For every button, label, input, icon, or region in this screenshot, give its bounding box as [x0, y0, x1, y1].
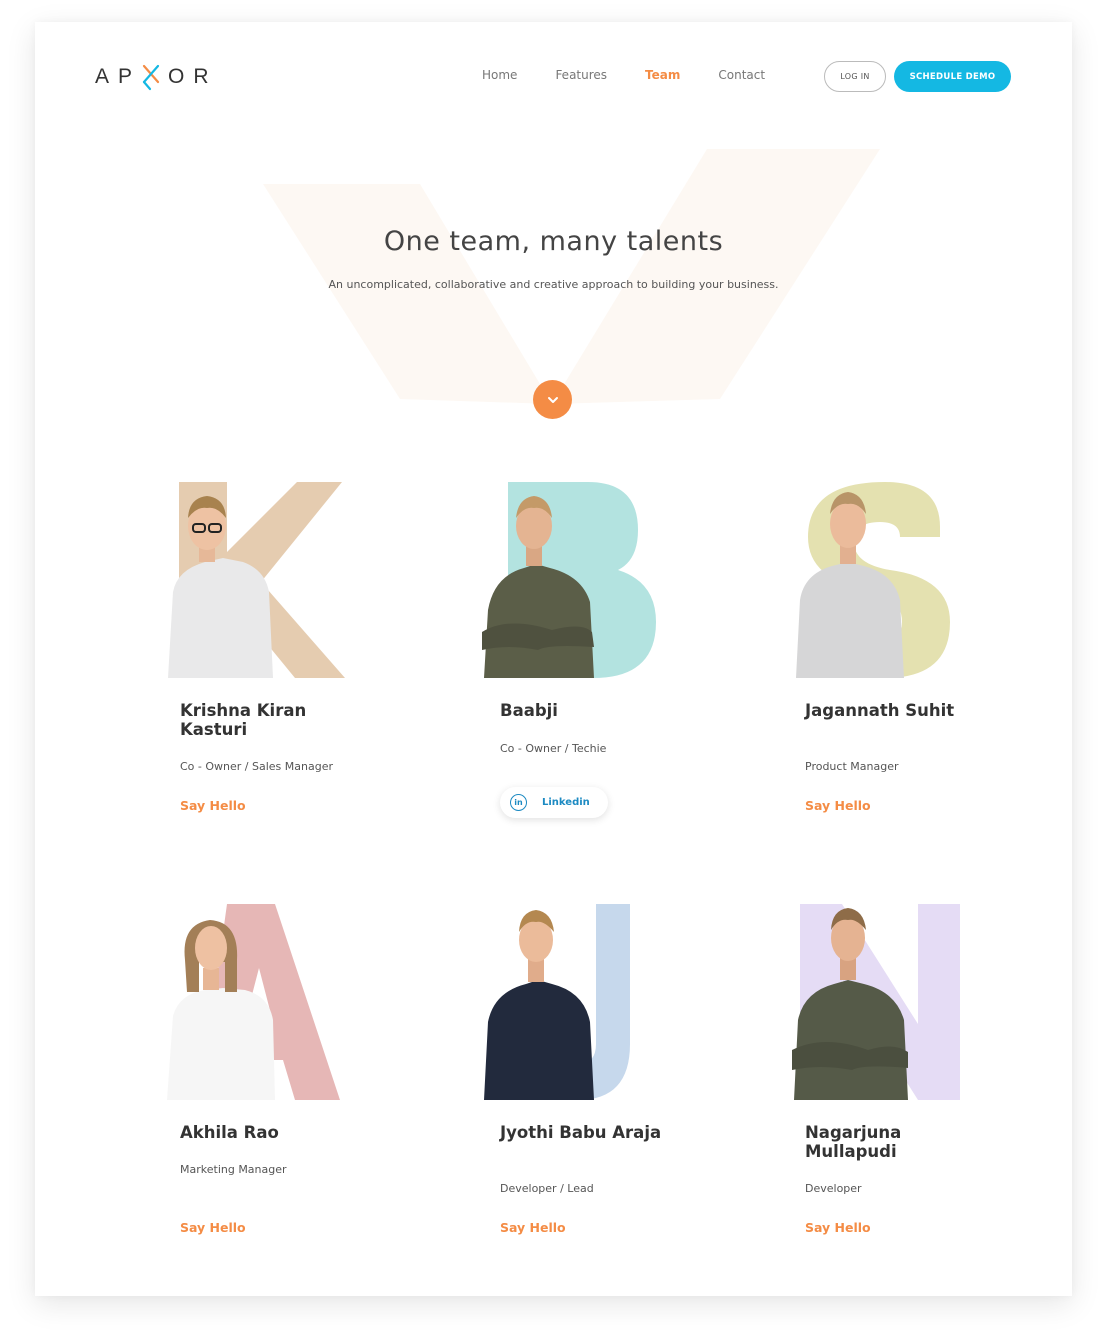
member-name: Akhila Rao — [180, 1123, 279, 1142]
member-name: Nagarjuna Mullapudi — [805, 1123, 902, 1161]
logo-x-mark-icon — [141, 62, 161, 92]
nav-contact[interactable]: Contact — [718, 68, 765, 82]
say-hello-link[interactable]: Say Hello — [805, 1220, 871, 1235]
team-card: Krishna Kiran Kasturi Co - Owner / Sales… — [165, 482, 375, 813]
say-hello-link[interactable]: Say Hello — [805, 798, 871, 813]
main-nav: Home Features Team Contact — [482, 68, 803, 82]
member-role: Co - Owner / Techie — [500, 742, 607, 755]
logo-text-o-r: OR — [168, 65, 218, 88]
page-title: One team, many talents — [383, 226, 724, 257]
team-card: Jyothi Babu Araja Developer / Lead Say H… — [478, 904, 688, 1235]
schedule-demo-button[interactable]: SCHEDULE DEMO — [894, 61, 1011, 92]
team-photo — [482, 482, 656, 678]
page-subtitle: An uncomplicated, collaborative and crea… — [328, 278, 779, 291]
nav-features[interactable]: Features — [555, 68, 607, 82]
say-hello-link[interactable]: Say Hello — [180, 798, 246, 813]
team-photo — [796, 482, 950, 678]
member-name: Jyothi Babu Araja — [500, 1123, 662, 1142]
nav-team[interactable]: Team — [645, 68, 680, 82]
nav-home[interactable]: Home — [482, 68, 517, 82]
team-card: Baabji Co - Owner / Techie in Linkedin — [478, 482, 688, 822]
person-figure — [484, 910, 594, 1100]
member-name: Krishna Kiran Kasturi — [180, 701, 307, 739]
team-card: Nagarjuna Mullapudi Developer Say Hello — [790, 904, 1000, 1235]
member-role: Product Manager — [805, 760, 899, 773]
say-hello-link[interactable]: Say Hello — [500, 1220, 566, 1235]
member-name: Jagannath Suhit — [805, 701, 955, 720]
team-photo — [167, 904, 340, 1100]
say-hello-link[interactable]: Say Hello — [180, 1220, 246, 1235]
team-card: Akhila Rao Marketing Manager Say Hello — [165, 904, 375, 1235]
team-photo — [484, 904, 630, 1100]
page-frame: AP OR Home Features Team Contact LOG IN … — [35, 22, 1072, 1296]
login-button[interactable]: LOG IN — [824, 61, 886, 92]
team-photo — [168, 482, 345, 678]
brand-logo[interactable]: AP OR — [95, 62, 218, 92]
member-role: Developer / Lead — [500, 1182, 594, 1195]
member-role: Co - Owner / Sales Manager — [180, 760, 333, 773]
scroll-down-button[interactable] — [533, 380, 572, 419]
linkedin-button[interactable]: in Linkedin — [500, 787, 608, 818]
member-role: Marketing Manager — [180, 1163, 287, 1176]
linkedin-label: Linkedin — [542, 797, 590, 808]
chevron-down-icon — [547, 396, 558, 403]
team-photo — [792, 904, 960, 1100]
linkedin-icon: in — [510, 794, 527, 811]
member-role: Developer — [805, 1182, 862, 1195]
logo-text-a-p: AP — [95, 65, 142, 88]
member-name: Baabji — [500, 701, 558, 720]
team-card: Jagannath Suhit Product Manager Say Hell… — [790, 482, 1000, 813]
